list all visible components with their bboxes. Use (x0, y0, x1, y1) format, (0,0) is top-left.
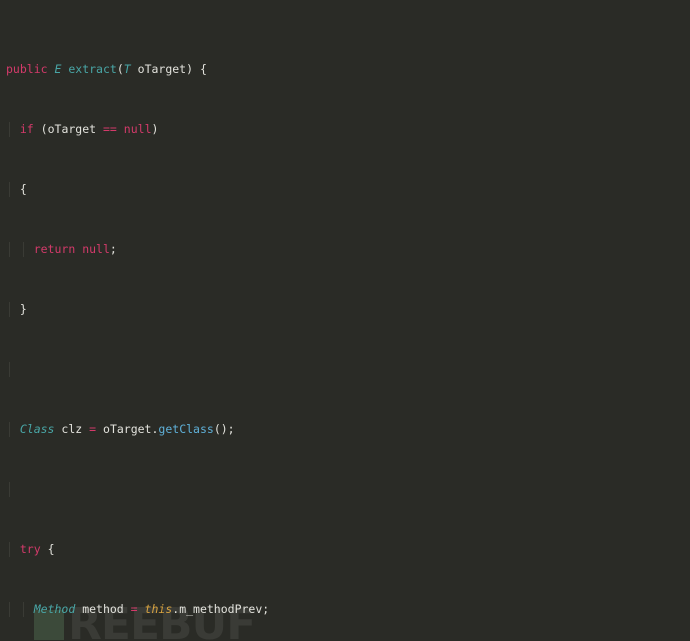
code-line: public E extract(T oTarget) { (6, 62, 207, 76)
code-line (0, 482, 690, 497)
code-line: Class clz = oTarget.getClass(); (0, 422, 690, 437)
code-line: try { (0, 542, 690, 557)
code-line: Method method = this.m_methodPrev; (0, 602, 690, 617)
code-line: } (0, 302, 690, 317)
code-line: return null; (0, 242, 690, 257)
code-block: public E extract(T oTarget) { if (oTarge… (0, 0, 690, 641)
code-line: { (0, 182, 690, 197)
code-screenshot: REEBUF public E extract(T oTarget) { if … (0, 0, 690, 641)
code-line: if (oTarget == null) (0, 122, 690, 137)
code-line (0, 362, 690, 377)
